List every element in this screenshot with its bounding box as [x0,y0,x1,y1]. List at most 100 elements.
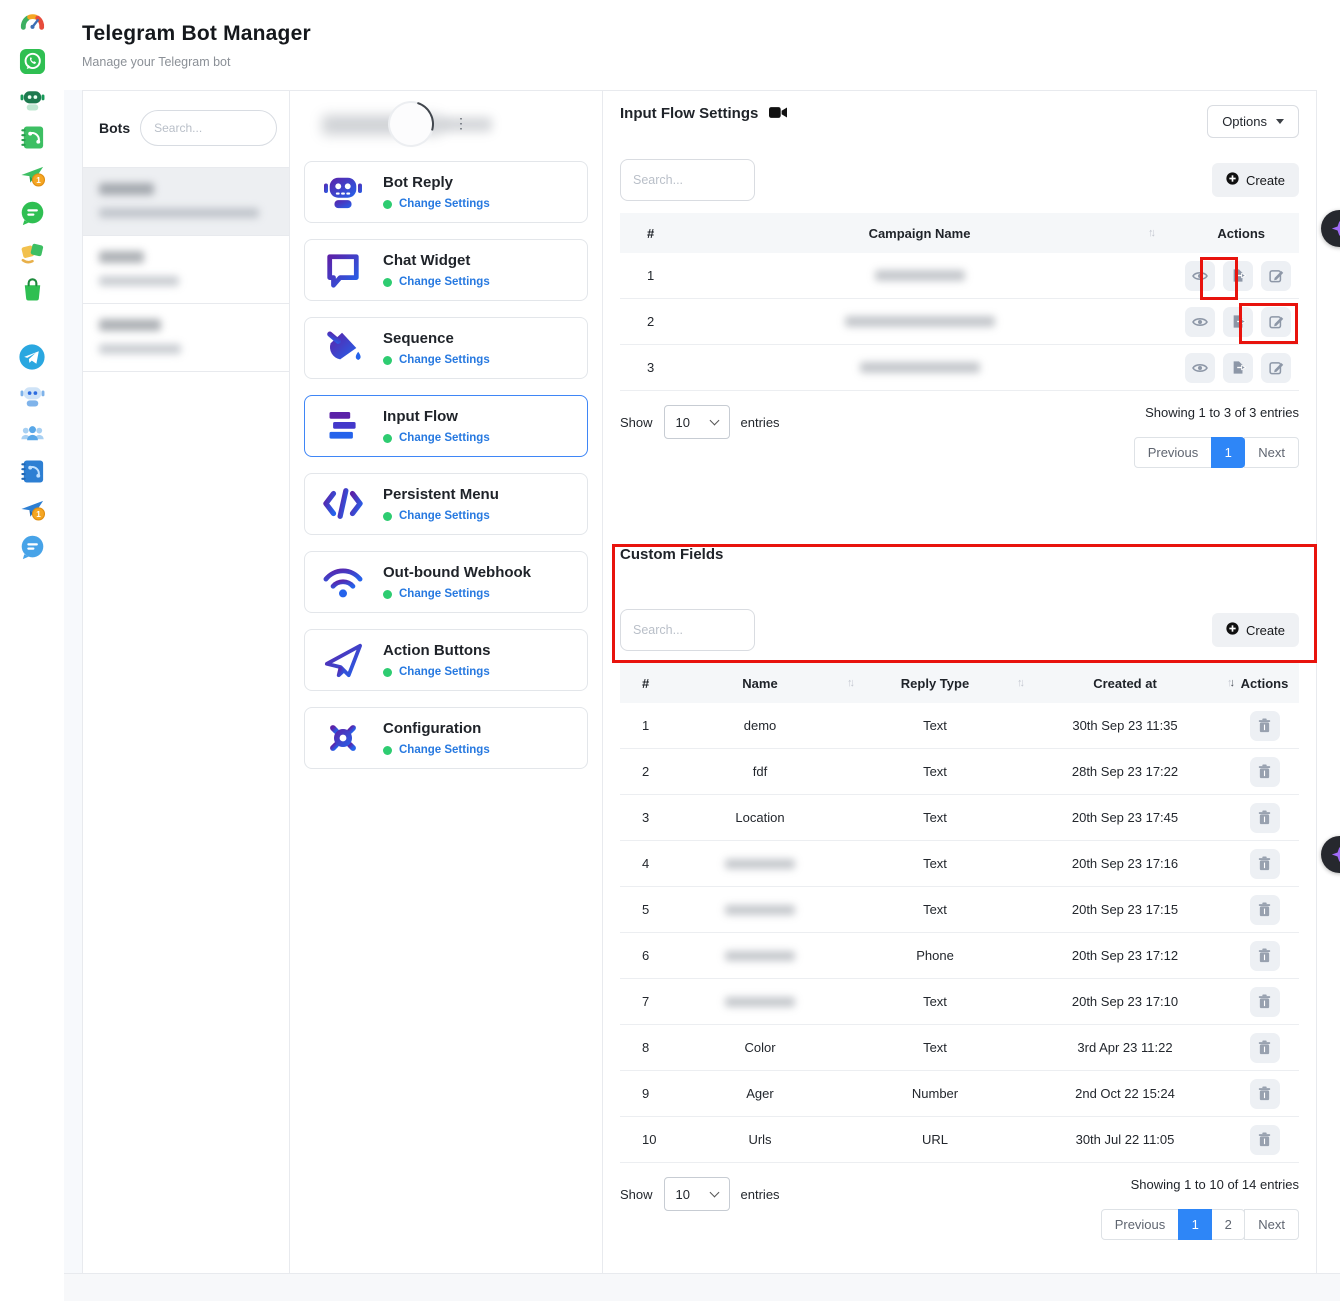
settings-card[interactable]: Sequence Change Settings [304,317,588,379]
field-name: Ager [746,1086,773,1101]
telegram-icon[interactable] [17,342,47,372]
field-name: Location [735,810,784,825]
whatsapp-icon[interactable] [17,46,47,76]
robot-green-icon[interactable] [17,84,47,114]
settings-card[interactable]: Action Buttons Change Settings [304,629,588,691]
col-reply-type[interactable]: Reply Type ↑↓ [850,676,1020,691]
col-campaign-name[interactable]: Campaign Name ↑↓ [690,226,1149,241]
next-page-button[interactable]: Next [1244,1209,1299,1240]
page-number-button[interactable]: 1 [1211,437,1245,468]
contacts-green-icon[interactable] [17,122,47,152]
plane-coin-blue-icon[interactable]: 1 [17,494,47,524]
page-number-button[interactable]: 2 [1211,1209,1245,1240]
view-button[interactable] [1185,307,1215,337]
export-button[interactable] [1223,307,1253,337]
delete-button[interactable] [1250,987,1280,1017]
previous-page-button[interactable]: Previous [1101,1209,1180,1240]
kebab-menu-icon[interactable]: ⋮ [454,115,468,132]
bot-username-redacted [99,344,181,354]
chat-widget-icon [319,251,367,289]
export-button[interactable] [1223,353,1253,383]
settings-card[interactable]: Input Flow Change Settings [304,395,588,457]
bot-list-item[interactable] [83,303,289,372]
field-reply-type: Text [850,994,1020,1009]
plane-coin-green-icon[interactable]: 1 [17,160,47,190]
chat-green-icon[interactable] [17,198,47,228]
col-created-at[interactable]: Created at ↑↓ [1020,676,1230,691]
settings-card-title: Action Buttons [383,642,490,659]
delete-button[interactable] [1250,711,1280,741]
shopping-bag-icon[interactable] [17,274,47,304]
sort-icon-descending[interactable]: ↑↓ [1227,677,1232,689]
page-size-select[interactable]: 10 [664,405,730,439]
delete-button[interactable] [1250,803,1280,833]
delete-button[interactable] [1250,1079,1280,1109]
change-settings-link[interactable]: Change Settings [383,588,531,600]
custom-field-row: 2 fdf Text 28th Sep 23 17:22 [620,749,1299,795]
puzzle-hands-icon[interactable] [17,236,47,266]
previous-page-button[interactable]: Previous [1134,437,1213,468]
settings-card[interactable]: Configuration Change Settings [304,707,588,769]
plus-circle-icon [1226,172,1239,188]
create-campaign-button[interactable]: Create [1212,163,1299,197]
change-settings-link[interactable]: Change Settings [383,354,490,366]
delete-button[interactable] [1250,1125,1280,1155]
change-settings-link[interactable]: Change Settings [383,744,490,756]
page-size-select[interactable]: 10 [664,1177,730,1211]
field-created-at: 2nd Oct 22 15:24 [1020,1086,1230,1101]
settings-card[interactable]: Chat Widget Change Settings [304,239,588,301]
settings-card[interactable]: Persistent Menu Change Settings [304,473,588,535]
configuration-icon [319,719,367,757]
delete-button[interactable] [1250,941,1280,971]
settings-card[interactable]: Bot Reply Change Settings [304,161,588,223]
create-custom-field-button[interactable]: Create [1212,613,1299,647]
custom-fields-search-input[interactable] [620,609,755,651]
bot-list-item[interactable] [83,235,289,303]
settings-card-title: Out-bound Webhook [383,564,531,581]
bots-search-input[interactable] [140,110,277,146]
bot-avatar [380,93,442,155]
edit-button[interactable] [1261,261,1291,291]
change-settings-link[interactable]: Change Settings [383,666,490,678]
delete-button[interactable] [1250,895,1280,925]
campaign-search-input[interactable] [620,159,755,201]
footer-strip [64,1273,1340,1301]
action-buttons-icon [319,641,367,679]
edit-button[interactable] [1261,353,1291,383]
field-created-at: 20th Sep 23 17:10 [1020,994,1230,1009]
settings-card[interactable]: Out-bound Webhook Change Settings [304,551,588,613]
delete-button[interactable] [1250,757,1280,787]
custom-field-row: 8 Color Text 3rd Apr 23 11:22 [620,1025,1299,1071]
video-camera-icon [769,105,787,122]
options-button[interactable]: Options [1207,105,1299,138]
export-button[interactable] [1223,261,1253,291]
settings-card-title: Bot Reply [383,174,490,191]
edit-button[interactable] [1261,307,1291,337]
change-settings-link[interactable]: Change Settings [383,510,499,522]
people-icon[interactable] [17,418,47,448]
view-button[interactable] [1185,261,1215,291]
gauge-icon[interactable] [17,8,47,38]
robot-blue-icon[interactable] [17,380,47,410]
persistent-menu-icon [319,485,367,523]
delete-button[interactable] [1250,1033,1280,1063]
rail-strip [64,90,82,1301]
ai-assistant-button[interactable] [1321,836,1340,873]
campaign-name-redacted [860,362,980,373]
sort-icon[interactable]: ↑↓ [1148,227,1153,239]
delete-button[interactable] [1250,849,1280,879]
sparkle-icon [1331,846,1340,863]
view-button[interactable] [1185,353,1215,383]
field-name: Color [744,1040,775,1055]
ai-assistant-button[interactable] [1321,210,1340,247]
next-page-button[interactable]: Next [1244,437,1299,468]
chat-blue-icon[interactable] [17,532,47,562]
bot-list-item[interactable] [83,167,289,235]
change-settings-link[interactable]: Change Settings [383,276,490,288]
change-settings-link[interactable]: Change Settings [383,432,490,444]
page-number-button[interactable]: 1 [1178,1209,1212,1240]
change-settings-link[interactable]: Change Settings [383,198,490,210]
contacts-blue-icon[interactable] [17,456,47,486]
col-name[interactable]: Name ↑↓ [670,676,850,691]
entries-summary: Showing 1 to 3 of 3 entries [1145,405,1299,420]
